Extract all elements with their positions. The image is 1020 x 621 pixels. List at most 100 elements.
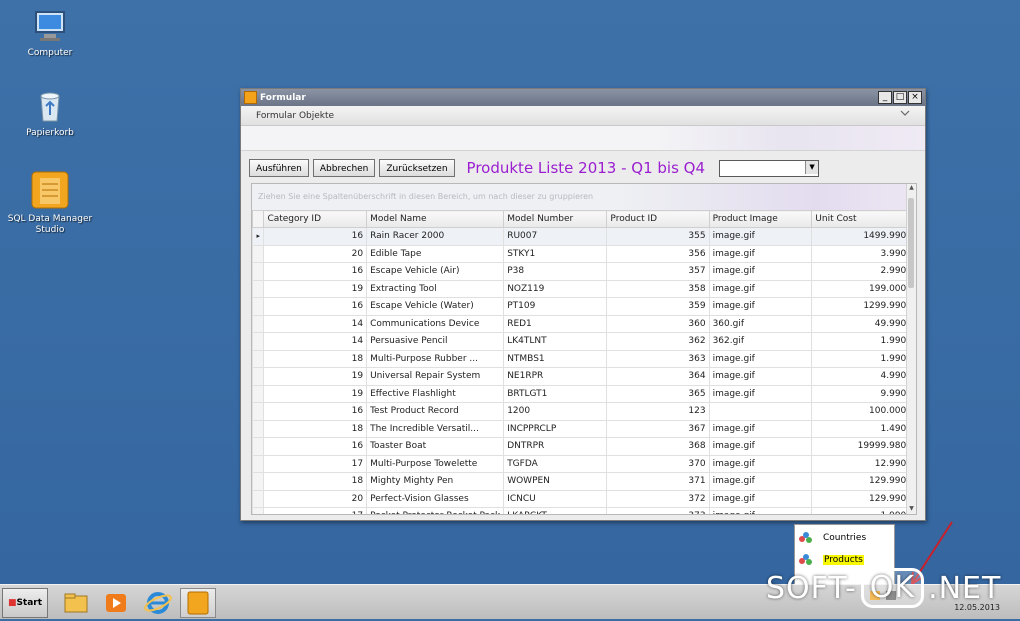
column-header[interactable]: Model Number	[503, 210, 608, 228]
table-cell[interactable]: 16	[263, 227, 368, 246]
row-selector[interactable]	[252, 349, 265, 368]
table-cell[interactable]: NOZ119	[503, 279, 608, 298]
table-cell[interactable]: Multi-Purpose Rubber ...	[366, 349, 505, 368]
cancel-button[interactable]: Abbrechen	[312, 159, 376, 177]
start-button[interactable]: ■Start	[2, 588, 48, 618]
table-cell[interactable]: 17	[263, 454, 368, 473]
table-cell[interactable]: image.gif	[708, 297, 813, 316]
table-cell[interactable]: image.gif	[708, 262, 813, 281]
table-cell[interactable]: INCPPRCLP	[503, 419, 608, 438]
table-row[interactable]: 16 Escape Vehicle (Air) P38 357 image.gif 2.9…	[252, 262, 916, 281]
table-cell[interactable]: 355	[606, 227, 710, 246]
row-selector[interactable]	[252, 244, 265, 263]
reset-button[interactable]: Zurücksetzen	[379, 159, 455, 177]
table-cell[interactable]: 20	[263, 489, 368, 508]
table-cell[interactable]: Effective Flashlight	[366, 384, 505, 403]
table-row[interactable]: 19 Extracting Tool NOZ119 358 image.gif 199.0…	[252, 279, 916, 298]
table-row[interactable]: 19 Universal Repair System NE1RPR 364 image.…	[252, 367, 916, 386]
row-selector[interactable]	[252, 367, 265, 386]
table-cell[interactable]: 372	[606, 489, 710, 508]
table-cell[interactable]: WOWPEN	[503, 472, 608, 491]
row-selector[interactable]: ▸	[252, 227, 265, 246]
table-cell[interactable]: 371	[606, 472, 710, 491]
table-cell[interactable]: 1.9900	[811, 349, 916, 368]
taskbar-sql-data-manager[interactable]	[180, 588, 216, 618]
table-cell[interactable]: 362	[606, 332, 710, 351]
column-header[interactable]: Product ID	[606, 210, 710, 228]
table-cell[interactable]: PT109	[503, 297, 608, 316]
table-cell[interactable]: RU007	[503, 227, 608, 246]
table-cell[interactable]: 19	[263, 279, 368, 298]
row-selector[interactable]	[252, 472, 265, 491]
table-cell[interactable]: 18	[263, 419, 368, 438]
table-row[interactable]: 17Pocket Protector Rocket PackLKARCKT373…	[252, 507, 916, 514]
table-row[interactable]: ▸ 16 Rain Racer 2000 RU007 355 image.gif 1499.…	[252, 227, 916, 246]
vertical-scrollbar[interactable]: ▲ ▼	[906, 184, 916, 514]
taskbar-explorer[interactable]	[58, 588, 94, 618]
taskbar-media-player[interactable]	[98, 588, 134, 618]
table-cell[interactable]: 2.9900	[811, 262, 916, 281]
table-cell[interactable]: 1299.9900	[811, 297, 916, 316]
table-cell[interactable]: Extracting Tool	[366, 279, 505, 298]
table-row[interactable]: 18 The Incredible Versatil... INCPPRCLP 367…	[252, 419, 916, 438]
window-titlebar[interactable]: Formular _ □ ×	[241, 89, 925, 106]
table-cell[interactable]: 1.9900	[811, 507, 916, 514]
row-selector[interactable]	[252, 437, 265, 456]
desktop-icon-computer[interactable]: Computer	[5, 8, 95, 59]
table-cell[interactable]: 4.9900	[811, 367, 916, 386]
table-cell[interactable]: BRTLGT1	[503, 384, 608, 403]
table-cell[interactable]: Persuasive Pencil	[366, 332, 505, 351]
row-selector[interactable]	[252, 262, 265, 281]
table-cell[interactable]: image.gif	[708, 227, 813, 246]
table-cell[interactable]: 49.9900	[811, 314, 916, 333]
table-cell[interactable]: 19	[263, 367, 368, 386]
table-cell[interactable]: 14	[263, 332, 368, 351]
table-cell[interactable]: 123	[606, 402, 710, 421]
table-cell[interactable]: 363	[606, 349, 710, 368]
close-button[interactable]: ×	[908, 91, 922, 104]
table-cell[interactable]: 18	[263, 349, 368, 368]
table-cell[interactable]: image.gif	[708, 384, 813, 403]
scroll-thumb[interactable]	[908, 198, 914, 288]
row-selector[interactable]	[252, 314, 265, 333]
table-cell[interactable]: Communications Device	[366, 314, 505, 333]
table-cell[interactable]: image.gif	[708, 472, 813, 491]
row-selector[interactable]	[252, 297, 265, 316]
table-cell[interactable]: P38	[503, 262, 608, 281]
table-cell[interactable]: 359	[606, 297, 710, 316]
table-row[interactable]: 19 Effective Flashlight BRTLGT1 365 image.gi…	[252, 384, 916, 403]
table-cell[interactable]: image.gif	[708, 419, 813, 438]
table-cell[interactable]: 1200	[503, 402, 608, 421]
execute-button[interactable]: Ausführen	[249, 159, 309, 177]
table-cell[interactable]: 356	[606, 244, 710, 263]
table-cell[interactable]: 364	[606, 367, 710, 386]
table-row[interactable]: 20 Edible Tape STKY1 356 image.gif 3.9900	[252, 244, 916, 263]
popup-item-products[interactable]: Products	[795, 551, 894, 569]
table-cell[interactable]: image.gif	[708, 367, 813, 386]
table-cell[interactable]: 368	[606, 437, 710, 456]
row-selector[interactable]	[252, 419, 265, 438]
table-cell[interactable]: image.gif	[708, 437, 813, 456]
table-cell[interactable]: 367	[606, 419, 710, 438]
table-cell[interactable]: 1.9900	[811, 332, 916, 351]
desktop-icon-recycle-bin[interactable]: Papierkorb	[5, 88, 95, 139]
table-cell[interactable]: 19999.9800	[811, 437, 916, 456]
table-cell[interactable]: Perfect-Vision Glasses	[366, 489, 505, 508]
table-cell[interactable]: image.gif	[708, 244, 813, 263]
table-cell[interactable]: 129.9900	[811, 472, 916, 491]
table-cell[interactable]: NE1RPR	[503, 367, 608, 386]
table-row[interactable]: 16 Toaster Boat DNTRPR 368 image.gif 19999.98…	[252, 437, 916, 456]
table-cell[interactable]: 1.4900	[811, 419, 916, 438]
table-cell[interactable]: Universal Repair System	[366, 367, 505, 386]
column-header[interactable]: Product Image	[708, 210, 813, 228]
table-cell[interactable]: Edible Tape	[366, 244, 505, 263]
table-row[interactable]: 14 Communications Device RED1 360 360.gif 49.…	[252, 314, 916, 333]
table-row[interactable]: 20 Perfect-Vision Glasses ICNCU 372 image.gi…	[252, 489, 916, 508]
dropdown-arrow-icon[interactable]: ▼	[805, 160, 819, 174]
table-cell[interactable]: image.gif	[708, 507, 813, 514]
table-cell[interactable]: Toaster Boat	[366, 437, 505, 456]
table-row[interactable]: 18 Multi-Purpose Rubber ... NTMBS1 363 image…	[252, 349, 916, 368]
row-selector[interactable]	[252, 507, 265, 514]
filter-dropdown[interactable]: ▼	[719, 159, 820, 177]
table-cell[interactable]: STKY1	[503, 244, 608, 263]
